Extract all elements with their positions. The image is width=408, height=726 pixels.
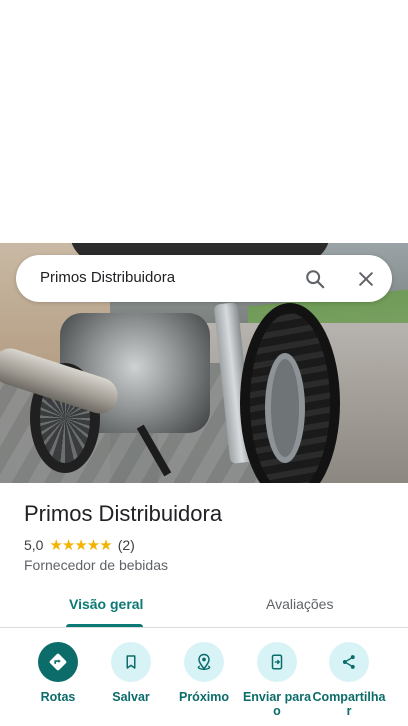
bookmark-icon <box>111 642 151 682</box>
share-label: Compartilha r <box>312 690 386 718</box>
directions-button[interactable]: Rotas <box>18 640 98 704</box>
rating-stars-icon: ★★★★★ <box>49 537 112 554</box>
search-query-text[interactable]: Primos Distribuidora <box>40 269 175 286</box>
save-button[interactable]: Salvar <box>91 640 171 704</box>
close-icon[interactable] <box>351 264 381 294</box>
rating-value: 5,0 <box>24 537 44 553</box>
nearby-label: Próximo <box>178 690 229 704</box>
search-bar[interactable]: Primos Distribuidora <box>16 255 392 302</box>
directions-label: Rotas <box>40 690 76 704</box>
send-to-phone-button[interactable]: Enviar para o <box>237 640 317 718</box>
share-button[interactable]: Compartilha r <box>309 640 389 718</box>
divider <box>0 627 408 628</box>
share-icon <box>329 642 369 682</box>
send-to-phone-label: Enviar para o <box>242 690 312 718</box>
photo-front-rim <box>265 353 305 463</box>
send-to-phone-icon <box>257 642 297 682</box>
tab-reviews[interactable]: Avaliações <box>266 596 333 612</box>
tab-bar: Visão geral Avaliações <box>0 590 408 628</box>
save-label: Salvar <box>112 690 150 704</box>
directions-icon <box>38 642 78 682</box>
nearby-icon <box>184 642 224 682</box>
place-category[interactable]: Fornecedor de bebidas <box>24 557 168 573</box>
tab-overview[interactable]: Visão geral <box>69 596 143 612</box>
action-row: Rotas Salvar Próximo Enviar para o Compa… <box>0 640 408 726</box>
place-title: Primos Distribuidora <box>24 501 223 526</box>
rating-row[interactable]: 5,0 ★★★★★ (2) <box>24 536 135 554</box>
review-count[interactable]: (2) <box>118 537 135 553</box>
search-icon[interactable] <box>300 264 330 294</box>
nearby-button[interactable]: Próximo <box>164 640 244 704</box>
place-details-screen: Primos Distribuidora Primos Distribuidor… <box>0 0 408 726</box>
